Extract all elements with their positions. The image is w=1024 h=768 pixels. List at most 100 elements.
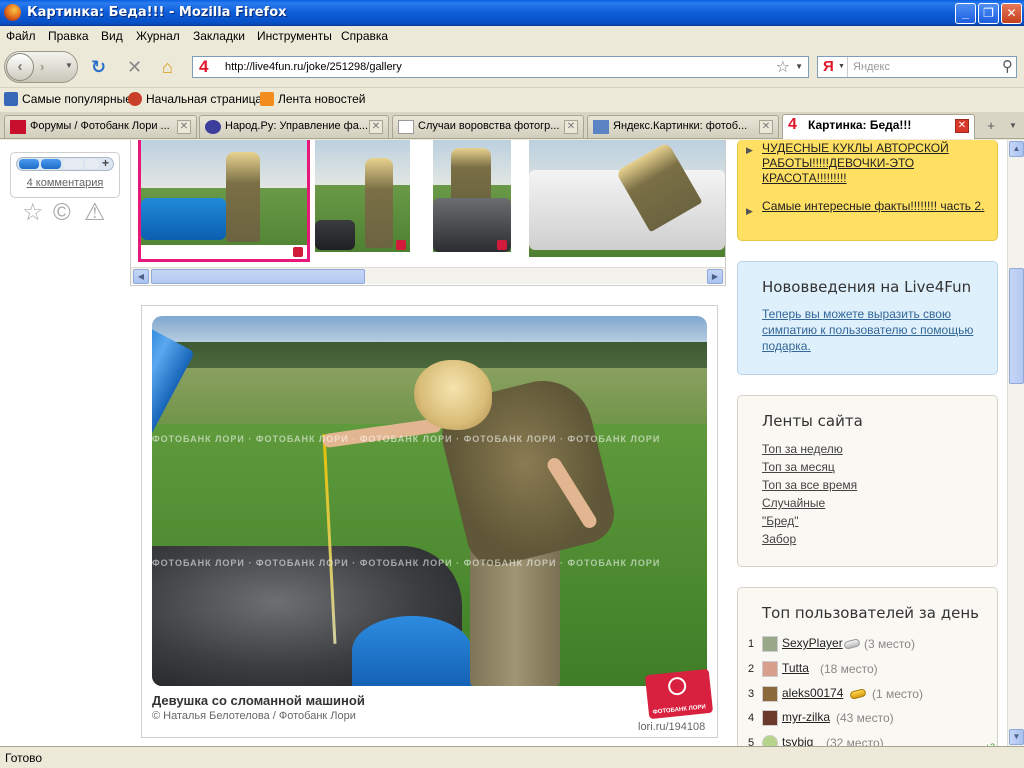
scroll-thumb[interactable] (151, 269, 365, 284)
lori-logo-icon (396, 240, 406, 250)
close-window-button[interactable]: ✕ (1001, 3, 1022, 24)
scroll-left-icon[interactable]: ◀ (133, 269, 149, 284)
avatar[interactable] (762, 636, 778, 652)
address-bar[interactable]: 4 http://live4fun.ru/joke/251298/gallery… (192, 56, 809, 78)
scroll-down-icon[interactable]: ▼ (1009, 729, 1024, 745)
thumb-car (141, 198, 226, 240)
feeds-title: Ленты сайта (762, 412, 863, 430)
rating-segment (19, 159, 39, 169)
search-icon[interactable]: ⚲ (1002, 57, 1013, 75)
yellow-link[interactable]: Самые интересные факты!!!!!!!! часть 2. (762, 199, 987, 214)
tab-close-icon[interactable]: ✕ (369, 120, 383, 134)
tab-list-dropdown-icon[interactable]: ▼ (1004, 116, 1022, 136)
feed-link-week[interactable]: Топ за неделю (762, 442, 843, 456)
menu-history[interactable]: Журнал (136, 29, 180, 43)
page-scrollbar[interactable]: ▲ ▼ (1007, 140, 1024, 746)
user-name-link[interactable]: Tutta (782, 661, 809, 675)
tab-close-icon[interactable]: ✕ (955, 119, 969, 133)
bookmark-star-icon[interactable]: ☆ (776, 57, 790, 77)
bookmarks-toolbar: Самые популярные Начальная страница Лент… (0, 88, 1024, 112)
tab-close-icon[interactable]: ✕ (759, 120, 773, 134)
tab-label: Форумы / Фотобанк Лори ... (30, 120, 170, 132)
user-row: 4 myr-zilka (43 место) (738, 709, 999, 731)
back-button[interactable]: ‹ (6, 53, 34, 81)
rating-bar[interactable]: + (16, 157, 114, 171)
search-engine-button[interactable]: Я ▼ (818, 57, 848, 77)
tab-close-icon[interactable]: ✕ (177, 120, 191, 134)
main-photo[interactable]: ФОТОБАНК ЛОРИ · ФОТОБАНК ЛОРИ · ФОТОБАНК… (152, 316, 707, 686)
scroll-right-icon[interactable]: ▶ (707, 269, 723, 284)
bookmark-news-feed[interactable]: Лента новостей (260, 92, 366, 106)
avatar[interactable] (762, 661, 778, 677)
scroll-up-icon[interactable]: ▲ (1009, 141, 1024, 157)
bullet-icon: ▶ (746, 206, 753, 216)
url-dropdown-icon[interactable]: ▼ (795, 62, 803, 71)
avatar[interactable] (762, 710, 778, 726)
gallery-thumb[interactable] (529, 140, 725, 257)
news-text[interactable]: Теперь вы можете выразить свою симпатию … (762, 306, 990, 354)
menu-edit[interactable]: Правка (48, 29, 89, 43)
search-bar[interactable]: Я ▼ Яндекс ⚲ (817, 56, 1017, 78)
bookmark-start-page[interactable]: Начальная страница (128, 92, 262, 106)
menu-bookmarks[interactable]: Закладки (193, 29, 245, 43)
user-rank: (18 место) (820, 662, 878, 676)
warning-icon[interactable]: ⚠ (84, 200, 106, 226)
gallery-thumb[interactable] (433, 140, 511, 252)
search-input[interactable]: Яндекс (853, 61, 890, 73)
top-users-title: Топ пользователей за день (762, 604, 979, 622)
reload-icon[interactable]: ↻ (91, 58, 106, 76)
tab-theft-cases[interactable]: Случаи воровства фотогр... ✕ (392, 115, 584, 138)
avatar[interactable] (762, 735, 778, 746)
menu-view[interactable]: Вид (101, 29, 123, 43)
tab-lori-forums[interactable]: Форумы / Фотобанк Лори ... ✕ (4, 115, 197, 138)
feed-link-nonsense[interactable]: "Бред" (762, 514, 798, 528)
scroll-thumb[interactable] (1009, 268, 1024, 384)
maximize-button[interactable]: ❐ (978, 3, 999, 24)
stop-icon[interactable]: ✕ (127, 58, 142, 76)
tab-current-picture[interactable]: 4 Картинка: Беда!!! ✕ (782, 114, 975, 139)
feed-link-month[interactable]: Топ за месяц (762, 460, 835, 474)
gallery-thumb-selected[interactable] (138, 140, 310, 262)
menu-tools[interactable]: Инструменты (257, 29, 332, 43)
history-dropdown-icon[interactable]: ▼ (65, 61, 73, 70)
comments-link[interactable]: 4 комментария (11, 177, 119, 189)
user-name-link[interactable]: aleks00174 (782, 686, 843, 700)
user-name-link[interactable]: SexyPlayer (782, 636, 843, 650)
feed-link-all-time[interactable]: Топ за все время (762, 478, 857, 492)
tab-close-icon[interactable]: ✕ (564, 120, 578, 134)
url-text[interactable]: http://live4fun.ru/joke/251298/gallery (225, 61, 402, 73)
tab-yandex-images[interactable]: Яндекс.Картинки: фотоб... ✕ (587, 115, 779, 138)
minimize-button[interactable]: _ (955, 3, 976, 24)
feed-link-fence[interactable]: Забор (762, 532, 796, 546)
user-name-link[interactable]: tsybig (782, 735, 813, 746)
photo-id: lori.ru/194108 (638, 721, 706, 733)
new-tab-button[interactable]: + (980, 116, 1002, 136)
news-title: Нововведения на Live4Fun (762, 278, 972, 296)
menu-help[interactable]: Справка (341, 29, 388, 43)
site-favicon-icon: 4 (199, 57, 209, 76)
tab-narod[interactable]: Народ.Ру: Управление фа... ✕ (199, 115, 389, 138)
thumb-car (315, 220, 355, 250)
gallery-scrollbar[interactable]: ◀ ▶ (131, 267, 725, 284)
gallery-thumb[interactable] (315, 140, 410, 252)
forward-button[interactable]: › (40, 59, 44, 74)
page-favicon-icon (398, 120, 414, 134)
rating-widget: + 4 комментария (10, 152, 120, 198)
image-favicon-icon (593, 120, 609, 134)
bookmark-most-visited[interactable]: Самые популярные (4, 92, 132, 106)
tab-bar: Форумы / Фотобанк Лори ... ✕ Народ.Ру: У… (0, 112, 1024, 139)
home-icon[interactable]: ⌂ (162, 58, 173, 76)
avatar[interactable] (762, 686, 778, 702)
photo-person-hair (414, 360, 492, 430)
user-rank-number: 3 (748, 688, 755, 700)
yellow-link[interactable]: ЧУДЕСНЫЕ КУКЛЫ АВТОРСКОЙ РАБОТЫ!!!!!ДЕВО… (762, 141, 987, 186)
feed-link-random[interactable]: Случайные (762, 496, 825, 510)
star-icon[interactable]: ☆ (22, 200, 44, 226)
copyright-icon[interactable]: © (53, 200, 71, 226)
rating-segment (63, 159, 83, 169)
user-name-link[interactable]: myr-zilka (782, 710, 830, 724)
menu-file[interactable]: Файл (6, 29, 36, 43)
rating-plus-button[interactable]: + (102, 158, 109, 170)
rating-segment (41, 159, 61, 169)
lori-logo-icon (667, 676, 688, 697)
